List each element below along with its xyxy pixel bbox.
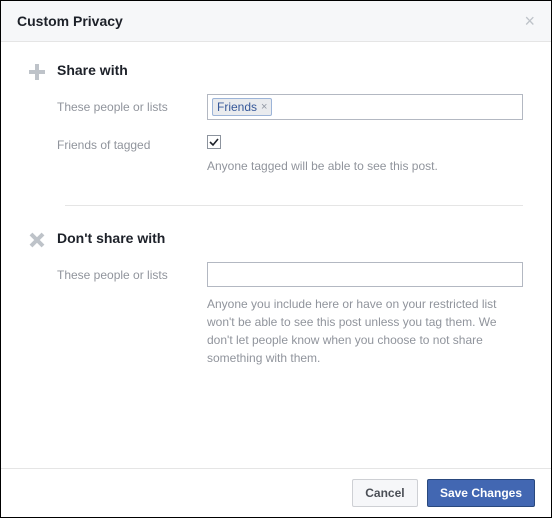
dialog-footer: Cancel Save Changes [1,468,551,517]
friends-of-tagged-checkbox[interactable] [207,135,523,149]
x-icon [29,230,57,248]
token-remove-icon[interactable]: × [261,101,267,113]
save-button[interactable]: Save Changes [427,479,535,507]
friends-of-tagged-label: Friends of tagged [57,132,207,152]
token-friends[interactable]: Friends × [212,98,272,116]
share-with-people-input[interactable]: Friends × [207,94,523,120]
share-with-people-row: These people or lists Friends × [57,94,523,120]
share-with-section: Share with These people or lists Friends… [29,62,523,187]
token-label: Friends [217,100,257,114]
dont-share-with-people-row: These people or lists Anyone you include… [57,262,523,367]
dialog-body: Share with These people or lists Friends… [1,42,551,379]
dont-share-with-help: Anyone you include here or have on your … [207,295,523,367]
close-icon[interactable]: × [524,14,535,28]
plus-icon [29,62,57,80]
dont-share-with-section: Don't share with These people or lists A… [29,230,523,379]
dont-share-with-heading: Don't share with [57,230,523,246]
share-with-help: Anyone tagged will be able to see this p… [207,157,523,175]
dont-share-with-people-input[interactable] [207,262,523,287]
cancel-button[interactable]: Cancel [352,479,417,507]
share-with-people-label: These people or lists [57,94,207,114]
section-divider [65,205,523,206]
dont-share-with-people-label: These people or lists [57,262,207,282]
dialog-title: Custom Privacy [17,13,123,29]
share-with-heading: Share with [57,62,523,78]
friends-of-tagged-row: Friends of tagged Anyone tagged will be … [57,132,523,175]
dialog-header: Custom Privacy × [1,1,551,42]
